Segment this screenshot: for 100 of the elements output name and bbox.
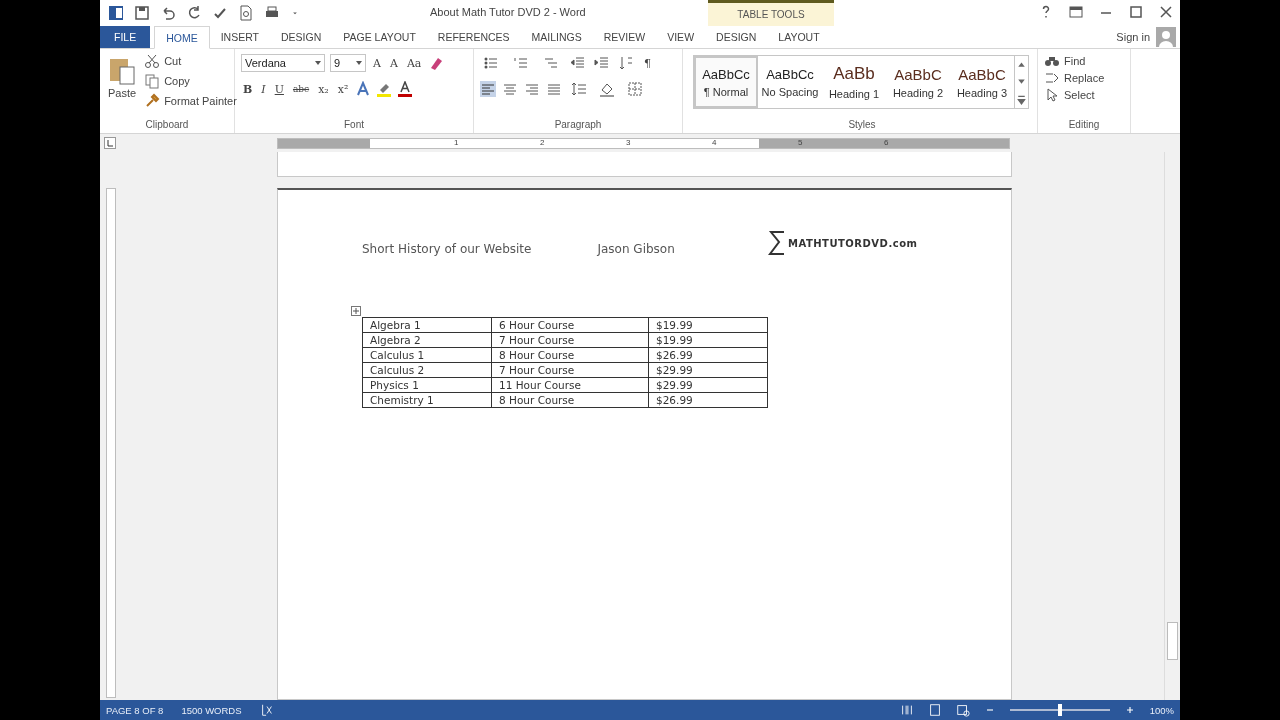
font-color-icon[interactable] [397,81,414,97]
header-title: Short History of our Website [362,242,532,256]
header-logo: MATHTUTORDVD.com [788,237,918,249]
font-size-field[interactable]: 9 [330,54,366,72]
ruler-number: 2 [540,138,545,147]
ribbon-display-icon[interactable] [1068,4,1084,20]
ribbon-tab[interactable]: HOME [154,26,210,49]
group-label: Editing [1067,119,1101,132]
clipboard-button[interactable]: Copy [144,73,237,89]
format-button[interactable]: x² [335,82,351,96]
ruler-number: 5 [798,138,803,147]
table-cell: $29.99 [648,362,768,378]
ribbon-tab[interactable]: VIEW [656,26,706,48]
group-label: Styles [847,119,877,132]
format-button[interactable]: x₂ [316,82,331,96]
table-cell: $26.99 [648,347,768,363]
format-button[interactable]: I [259,82,268,96]
zoom-slider-thumb[interactable] [1057,704,1062,716]
read-mode-icon[interactable] [899,703,914,717]
clipboard-button[interactable]: Format Painter [144,93,237,109]
close-icon[interactable] [1158,4,1174,20]
dropdown-caret-icon[interactable] [315,61,321,65]
window-title: About Math Tutor DVD 2 - Word [430,6,586,18]
table-cell: $29.99 [648,377,768,393]
table-cell: 7 Hour Course [491,362,649,378]
format-button[interactable]: U [272,82,286,96]
paste-button[interactable]: Paste [106,53,139,119]
font-size-button[interactable]: Aa [404,56,424,70]
ribbon-tab[interactable]: PAGE LAYOUT [332,26,427,48]
clear-formatting-icon[interactable] [428,55,445,71]
group-label: Font [343,119,365,132]
table-cell: $19.99 [648,332,768,348]
decrease-indent-icon[interactable] [570,55,586,71]
page-count[interactable]: PAGE 8 OF 8 [106,704,164,716]
scissors-icon[interactable] [144,53,161,69]
copy-icon[interactable] [144,73,161,89]
ribbon-tab[interactable]: FILE [100,26,151,48]
maximize-icon[interactable] [1128,4,1144,20]
horizontal-ruler[interactable]: 1 2 3 4 5 6 [277,138,1010,149]
table-cell: Chemistry 1 [362,392,492,408]
align-left-icon[interactable] [480,81,496,97]
table-cell: 11 Hour Course [491,377,649,393]
table-cell: 8 Hour Course [491,347,649,363]
zoom-level[interactable]: 100% [1149,704,1174,716]
ribbon-tab[interactable]: MAILINGS [520,26,593,48]
ribbon-tab[interactable]: REVIEW [592,26,657,48]
contextual-label: TABLE TOOLS [737,9,805,20]
table-cell: $26.99 [648,392,768,408]
table-cell: $19.99 [648,317,768,333]
text-effects-icon[interactable] [355,81,372,97]
print-preview-icon[interactable] [238,5,254,21]
table-cell: 7 Hour Course [491,332,649,348]
sigma-icon [768,230,786,256]
ruler-number: 1 [454,138,459,147]
table-cell: 6 Hour Course [491,317,649,333]
editing-button[interactable]: Find [1044,53,1124,69]
proofing-icon[interactable] [259,703,274,717]
redo-icon[interactable] [186,5,202,21]
clipboard-button[interactable]: Cut [144,53,237,69]
sign-in-link[interactable]: Sign in [1116,31,1150,43]
font-size-button[interactable]: A [387,56,400,70]
save-icon[interactable] [134,5,150,21]
table-cell: Algebra 1 [362,317,492,333]
table-move-handle[interactable] [351,306,361,316]
ribbon-tab[interactable]: REFERENCES [426,26,521,48]
undo-icon[interactable] [160,5,176,21]
show-formatting-button[interactable]: ¶ [642,56,653,70]
format-button[interactable]: B [241,82,255,96]
font-family-field[interactable]: Verdana [241,54,325,72]
increase-indent-icon[interactable] [594,55,610,71]
ribbon-tab[interactable]: DESIGN [705,26,768,48]
table-cell: Calculus 1 [362,347,492,363]
web-layout-icon[interactable] [955,703,970,717]
header-author: Jason Gibson [597,242,675,256]
font-size-button[interactable]: A [371,56,383,70]
ruler-number: 4 [712,138,717,147]
tab-selector-icon[interactable] [104,137,116,149]
gallery-scroll-buttons[interactable] [1014,56,1028,108]
format-button[interactable]: abc [290,84,312,94]
word-count[interactable]: 1500 WORDS [181,704,242,716]
dropdown-caret-icon[interactable] [356,61,362,65]
style-gallery-item[interactable]: AaBbCc ¶ Normal [694,56,758,108]
table-cell: 8 Hour Course [491,392,649,408]
ribbon-tab[interactable]: LAYOUT [767,26,831,48]
group-label: Paragraph [553,119,603,132]
replace-icon[interactable] [1044,70,1060,86]
ruler-number: 6 [884,138,889,147]
highlight-icon[interactable] [376,81,393,97]
ribbon-tab[interactable]: INSERT [209,26,270,48]
ruler-number: 3 [626,138,631,147]
ribbon-tab[interactable]: DESIGN [270,26,333,48]
editing-button[interactable]: Replace [1044,70,1124,86]
editing-button[interactable]: Select [1044,87,1124,103]
scrollbar-thumb[interactable] [1167,622,1178,660]
table-cell: Physics 1 [362,377,492,393]
cursor-icon[interactable] [1044,87,1060,103]
table-cell: Calculus 2 [362,362,492,378]
table-cell: Algebra 2 [362,332,492,348]
group-label: Clipboard [144,119,190,132]
print-layout-icon[interactable] [927,703,942,717]
